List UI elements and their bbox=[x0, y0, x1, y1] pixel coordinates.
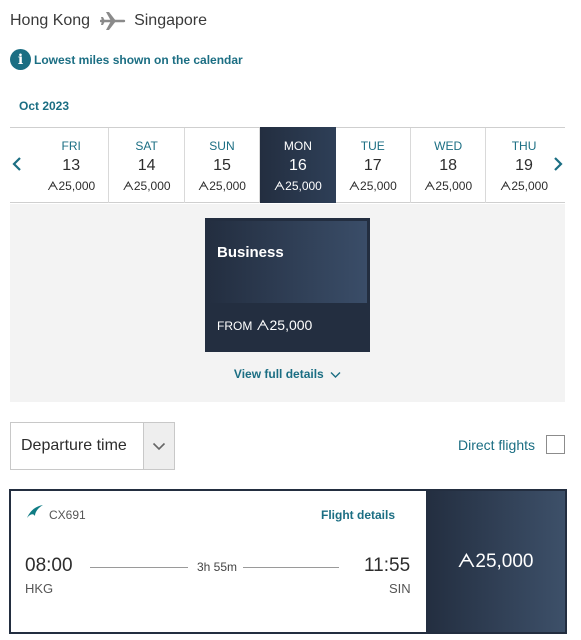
destination-city: Singapore bbox=[134, 12, 208, 29]
flight-number: CX691 bbox=[49, 508, 86, 522]
flight-price-button[interactable]: ᗅ25,000 bbox=[426, 491, 565, 632]
view-full-details-link[interactable]: View full details bbox=[10, 367, 565, 381]
date-miles: ᗅ25,000 bbox=[500, 179, 549, 193]
sort-select[interactable]: Departure time bbox=[10, 422, 175, 470]
origin-city: Hong Kong bbox=[10, 12, 91, 29]
arrival-time: 11:55 bbox=[364, 555, 411, 576]
date-weekday: SUN bbox=[209, 139, 235, 153]
date-number: 17 bbox=[363, 157, 382, 174]
date-item[interactable]: WED 18 ᗅ25,000 bbox=[411, 128, 487, 203]
arrival-airport: SIN bbox=[389, 581, 411, 596]
sort-dropdown-button[interactable] bbox=[143, 423, 174, 469]
duration-line-right bbox=[243, 567, 339, 568]
date-item[interactable]: FRI 13 ᗅ25,000 bbox=[34, 128, 110, 203]
date-item[interactable]: TUE 17 ᗅ25,000 bbox=[336, 128, 411, 203]
chevron-down-icon bbox=[330, 371, 341, 378]
cabin-name: Business bbox=[217, 244, 284, 261]
duration-line-left bbox=[90, 567, 188, 568]
flight-price: ᗅ25,000 bbox=[457, 550, 534, 572]
date-weekday: MON bbox=[283, 139, 312, 153]
date-weekday: TUE bbox=[360, 139, 385, 153]
date-list: FRI 13 ᗅ25,000 SAT 14 ᗅ25,000 SUN 15 ᗅ25… bbox=[34, 127, 562, 203]
date-miles: ᗅ25,000 bbox=[122, 179, 171, 193]
from-label: FROM bbox=[217, 319, 253, 333]
date-number: 13 bbox=[62, 157, 81, 174]
date-miles: ᗅ25,000 bbox=[273, 179, 322, 193]
date-miles: ᗅ25,000 bbox=[197, 179, 246, 193]
date-miles: ᗅ25,000 bbox=[424, 179, 473, 193]
date-number: 15 bbox=[213, 157, 231, 174]
date-weekday: WED bbox=[434, 139, 463, 153]
direct-flights-label: Direct flights bbox=[457, 436, 535, 453]
date-number: 14 bbox=[137, 157, 156, 174]
departure-airport: HKG bbox=[25, 581, 54, 596]
cabin-panel: Business FROM ᗅ25,000 View full details bbox=[10, 204, 565, 402]
view-full-details-label: View full details bbox=[233, 367, 324, 381]
calendar-month: Oct 2023 bbox=[19, 99, 70, 113]
date-miles: ᗅ25,000 bbox=[47, 179, 96, 193]
date-miles: ᗅ25,000 bbox=[348, 179, 397, 193]
date-weekday: FRI bbox=[61, 139, 81, 153]
date-weekday: THU bbox=[511, 139, 537, 153]
plane-icon bbox=[99, 10, 126, 32]
chevron-left-icon[interactable] bbox=[10, 154, 24, 174]
date-carousel: FRI 13 ᗅ25,000 SAT 14 ᗅ25,000 SUN 15 ᗅ25… bbox=[10, 127, 565, 203]
direct-flights-filter: Direct flights bbox=[458, 435, 565, 454]
cabin-price: FROM ᗅ25,000 bbox=[217, 317, 312, 334]
chevron-down-icon bbox=[152, 442, 166, 450]
date-item-selected[interactable]: MON 16 ᗅ25,000 bbox=[260, 127, 336, 203]
direct-flights-checkbox[interactable] bbox=[546, 435, 565, 454]
sort-value: Departure time bbox=[21, 437, 127, 454]
calendar-info: i Lowest miles shown on the calendar bbox=[10, 49, 243, 70]
date-item[interactable]: SUN 15 ᗅ25,000 bbox=[185, 128, 261, 203]
route-header: Hong Kong Singapore bbox=[10, 10, 207, 32]
date-number: 16 bbox=[288, 157, 307, 174]
business-cabin-card[interactable]: Business FROM ᗅ25,000 bbox=[205, 218, 370, 352]
info-icon: i bbox=[10, 49, 31, 70]
chevron-right-icon[interactable] bbox=[551, 154, 565, 174]
cabin-card-header bbox=[208, 221, 367, 303]
departure-time: 08:00 bbox=[25, 555, 73, 576]
date-number: 18 bbox=[439, 157, 458, 174]
date-item[interactable]: SAT 14 ᗅ25,000 bbox=[109, 128, 185, 203]
airline-logo-icon bbox=[26, 504, 44, 520]
calendar-info-text: Lowest miles shown on the calendar bbox=[34, 52, 243, 67]
date-weekday: SAT bbox=[135, 139, 158, 153]
flight-details-link[interactable]: Flight details bbox=[321, 508, 395, 522]
flight-card[interactable]: CX691 Flight details 08:00 HKG 3h 55m 11… bbox=[9, 489, 567, 634]
cabin-price-value: ᗅ25,000 bbox=[256, 317, 313, 333]
flight-duration: 3h 55m bbox=[197, 560, 238, 574]
